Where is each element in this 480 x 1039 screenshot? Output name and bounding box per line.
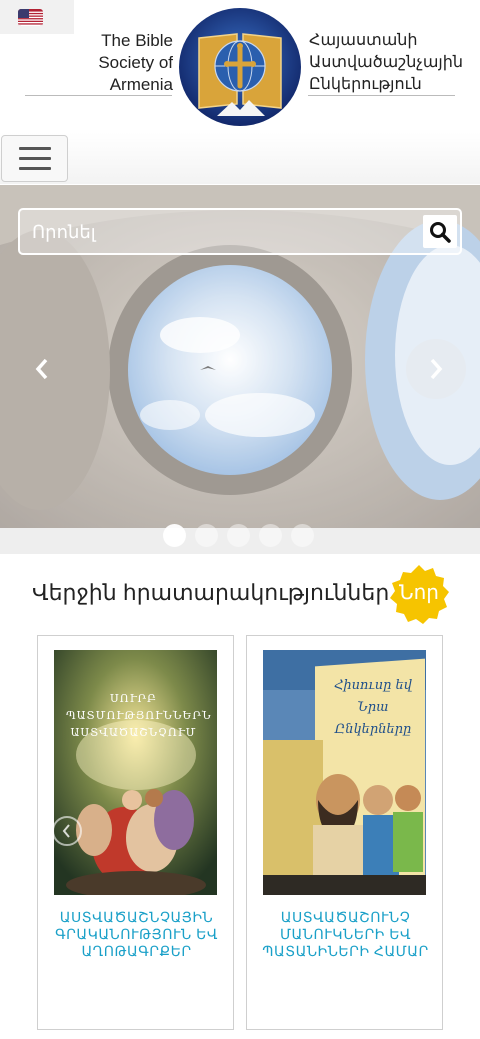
section-title: Վերջին հրատարակություններ bbox=[32, 580, 390, 605]
divider bbox=[25, 95, 172, 96]
book-title[interactable]: ԱՍՏՎԱԾԱՇՆՉԱՅԻՆ ԳՐԱԿԱՆՈՒԹՅՈՒՆ ԵՎ ԱՂՈԹԱԳՐՔ… bbox=[46, 909, 227, 960]
chevron-left-icon bbox=[62, 824, 70, 838]
book-cover-art bbox=[54, 650, 217, 895]
menu-toggle-button[interactable] bbox=[1, 135, 68, 182]
divider bbox=[308, 95, 455, 96]
bible-society-logo[interactable] bbox=[177, 6, 303, 128]
slider-dot[interactable] bbox=[291, 524, 314, 547]
slider-prev-button[interactable] bbox=[12, 339, 72, 399]
chevron-left-icon bbox=[35, 358, 48, 380]
slider-indicators bbox=[163, 524, 314, 547]
hamburger-icon bbox=[18, 147, 51, 150]
slider-dot[interactable] bbox=[195, 524, 218, 547]
slider-dot[interactable] bbox=[163, 524, 186, 547]
search-button[interactable] bbox=[423, 215, 457, 248]
hamburger-icon bbox=[18, 157, 51, 160]
chevron-right-icon bbox=[430, 358, 443, 380]
language-switch[interactable] bbox=[0, 0, 74, 34]
brand-name-en[interactable]: The Bible Society of Armenia bbox=[80, 30, 173, 96]
slider-dot[interactable] bbox=[259, 524, 282, 547]
slider-dot[interactable] bbox=[227, 524, 250, 547]
new-badge-label: Նոր bbox=[399, 582, 439, 604]
search-input[interactable] bbox=[32, 218, 412, 246]
navbar bbox=[0, 132, 480, 184]
brand-name-hy[interactable]: Հայաստանի Աստվածաշնչային Ընկերություն bbox=[309, 30, 479, 96]
us-flag-icon[interactable] bbox=[18, 8, 43, 26]
book-cover-title: ՍՈՒՐԲ ՊԱՏՄՈՒԹՅՈՒՆՆԵՐՆ ԱՍՏՎԱԾԱՇՆՉՈՒՄ bbox=[66, 692, 212, 739]
carousel-prev-button[interactable] bbox=[52, 816, 82, 846]
hamburger-icon bbox=[18, 167, 51, 170]
slider-next-button[interactable] bbox=[406, 339, 466, 399]
book-cover-title: Հիսուսը եվ Նրա Ընկերները bbox=[334, 678, 412, 737]
search-bar bbox=[18, 208, 462, 255]
book-cover[interactable] bbox=[54, 650, 217, 895]
search-icon bbox=[430, 221, 451, 243]
book-title[interactable]: ԱՍՏՎԱԾԱՇՈՒՆՉ ՄԱՆՈՒԿՆԵՐԻ ԵՎ ՊԱՏԱՆԻՆԵՐԻ ՀԱ… bbox=[255, 909, 436, 960]
